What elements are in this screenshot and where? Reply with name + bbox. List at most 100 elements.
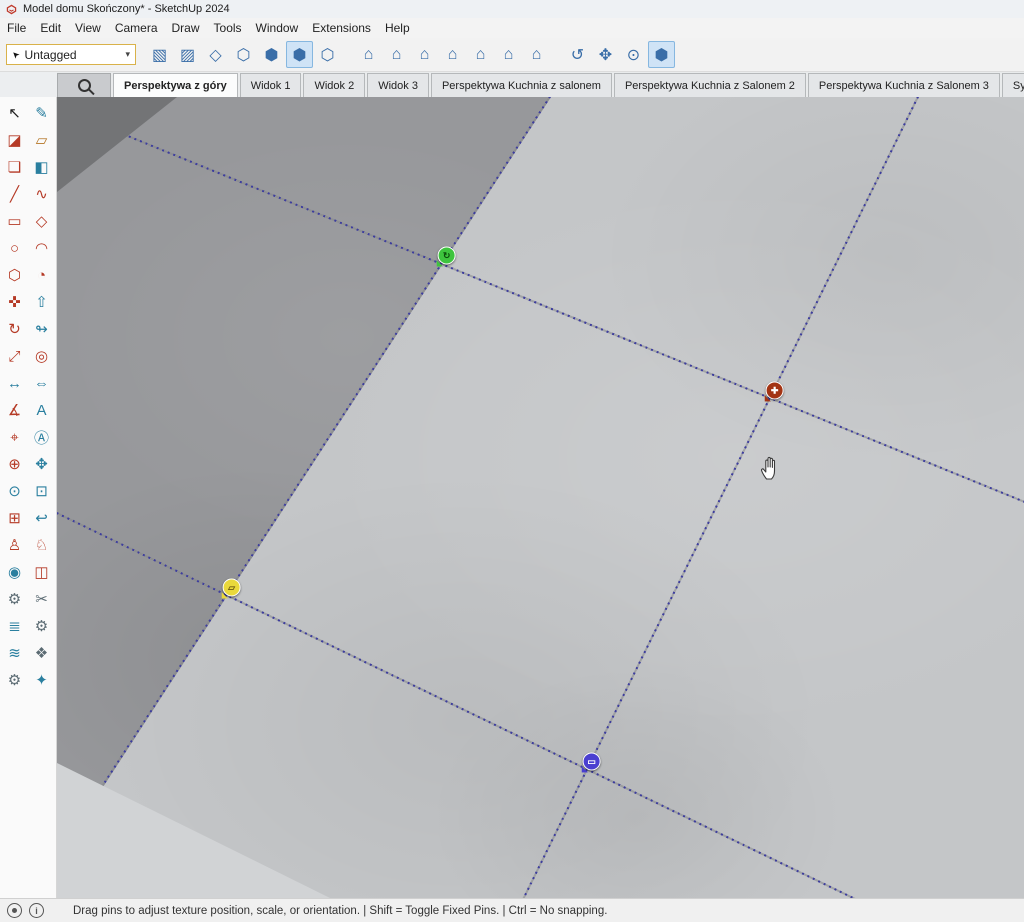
tool-line[interactable]: ╱ [1, 181, 28, 207]
tool-dimension[interactable]: ⇔ [28, 370, 55, 396]
tool-tape-measure[interactable]: ↔ [1, 370, 28, 396]
toolbar-button-bottom-view[interactable]: ⌂ [523, 41, 550, 68]
scene-tab-perspektywa-kuchnia-z-salonem-2[interactable]: Perspektywa Kuchnia z Salonem 2 [614, 73, 806, 97]
toolbar-button-front-view[interactable]: ⌂ [411, 41, 438, 68]
tool-section-plane[interactable]: ◫ [28, 559, 55, 585]
geolocation-icon[interactable] [7, 903, 22, 918]
toolbar-button-top-view[interactable]: ⌂ [383, 41, 410, 68]
texture-pin-blue[interactable]: ▭ [583, 752, 601, 770]
toolbar-button-shaded-with-textures[interactable]: ⬢ [286, 41, 313, 68]
tool-axes[interactable]: ⌖ [1, 424, 28, 450]
credits-icon[interactable]: i [29, 903, 44, 918]
title-bar: Model domu Skończony* - SketchUp 2024 [0, 0, 1024, 18]
wireframe-icon: ◇ [209, 45, 221, 65]
tool-extension-pattern[interactable]: ≋ [1, 640, 28, 666]
scene-tab-perspektywa-kuchnia-z-salonem-3[interactable]: Perspektywa Kuchnia z Salonem 3 [808, 73, 1000, 97]
scene-tab-widok-1[interactable]: Widok 1 [240, 73, 302, 97]
tag-selector[interactable]: ➤ Untagged ▾ [6, 44, 136, 65]
tool-two-point-arc[interactable]: ◠ [28, 235, 55, 261]
menu-item-extensions[interactable]: Extensions [305, 18, 378, 38]
scene-search-button[interactable] [57, 73, 111, 97]
tool-eraser-icon: ▱ [36, 131, 48, 149]
tool-extension-spark[interactable]: ✦ [28, 667, 55, 693]
toolbar-button-back-view[interactable]: ⌂ [467, 41, 494, 68]
toolbar-button-wireframe[interactable]: ◇ [202, 41, 229, 68]
tool-position-camera[interactable]: ♙ [1, 532, 28, 558]
menu-item-window[interactable]: Window [249, 18, 306, 38]
tool-rotate[interactable]: ↻ [1, 316, 28, 342]
tool-tag[interactable]: ◧ [28, 154, 55, 180]
menu-item-edit[interactable]: Edit [33, 18, 68, 38]
scene-tab-widok-3[interactable]: Widok 3 [367, 73, 429, 97]
toolbar-button-shaded[interactable]: ⬢ [258, 41, 285, 68]
tool-walk[interactable]: ♘ [28, 532, 55, 558]
toolbar-group-views: ⌂⌂⌂⌂⌂⌂⌂ [355, 41, 550, 68]
scene-tab-widok-2[interactable]: Widok 2 [303, 73, 365, 97]
toolbar-group-styles: ▧▨◇⬡⬢⬢⬡ [146, 41, 341, 68]
toolbar-button-monochrome[interactable]: ⬡ [314, 41, 341, 68]
tool-polygon[interactable]: ⬡ [1, 262, 28, 288]
toolbar-button-left-view[interactable]: ⌂ [495, 41, 522, 68]
menu-item-view[interactable]: View [68, 18, 108, 38]
tool-extension-cut[interactable]: ✂ [28, 586, 55, 612]
tool-circle[interactable]: ○ [1, 235, 28, 261]
tool-zoom-window[interactable]: ⊡ [28, 478, 55, 504]
toolbar-button-zoom[interactable]: ⊙ [620, 41, 647, 68]
toolbar-button-hidden-line[interactable]: ⬡ [230, 41, 257, 68]
tool-rotated-rectangle[interactable]: ◇ [28, 208, 55, 234]
tool-axes-icon: ⌖ [10, 429, 18, 446]
toolbar-button-orbit[interactable]: ↺ [564, 41, 591, 68]
toolbar-button-iso-view[interactable]: ⌂ [355, 41, 382, 68]
green-pin-icon: ↻ [443, 251, 451, 260]
tool-rectangle-icon: ▭ [7, 212, 21, 230]
texture-pins-layer: ↻ ✚ ▱ ▭ [57, 97, 1024, 898]
tool-protractor[interactable]: ∡ [1, 397, 28, 423]
toolbar-button-right-view[interactable]: ⌂ [439, 41, 466, 68]
menu-item-tools[interactable]: Tools [207, 18, 249, 38]
tool-extension-gear-a[interactable]: ⚙ [1, 586, 28, 612]
tool-orbit[interactable]: ⊕ [1, 451, 28, 477]
toolbar-groups: ▧▨◇⬡⬢⬢⬡⌂⌂⌂⌂⌂⌂⌂↺✥⊙⬢ [146, 41, 675, 68]
tool-paint-bucket[interactable]: ◪ [1, 127, 28, 153]
menu-item-camera[interactable]: Camera [108, 18, 165, 38]
tool-zoom[interactable]: ⊙ [1, 478, 28, 504]
tool-pan[interactable]: ✥ [28, 451, 55, 477]
tool-line-icon: ╱ [10, 185, 19, 203]
tool-eraser[interactable]: ▱ [28, 127, 55, 153]
toolbar-button-x-ray[interactable]: ▧ [146, 41, 173, 68]
tool-text[interactable]: A [28, 397, 55, 423]
tool-pie[interactable]: ◔ [28, 262, 55, 288]
texture-pin-red[interactable]: ✚ [766, 381, 784, 399]
scene-tab-perspektywa-kuchnia-z-salonem[interactable]: Perspektywa Kuchnia z salonem [431, 73, 612, 97]
tool-lasso[interactable]: ✎ [28, 100, 55, 126]
tool-scale[interactable]: ⤢ [1, 343, 28, 369]
tool-move[interactable]: ✜ [1, 289, 28, 315]
tool-3d-text[interactable]: Ⓐ [28, 424, 55, 450]
tool-extension-gear-b[interactable]: ⚙ [28, 613, 55, 639]
tool-previous-view[interactable]: ↩ [28, 505, 55, 531]
tool-extension-layers[interactable]: ≣ [1, 613, 28, 639]
menu-item-draw[interactable]: Draw [165, 18, 207, 38]
tool-rectangle[interactable]: ▭ [1, 208, 28, 234]
tool-look-around[interactable]: ◉ [1, 559, 28, 585]
scene-tab-sypialnia[interactable]: Sypialnia [1002, 73, 1024, 97]
tool-follow-me[interactable]: ↬ [28, 316, 55, 342]
tool-extension-gear-c[interactable]: ⚙ [1, 667, 28, 693]
viewport-canvas[interactable]: ↻ ✚ ▱ ▭ [57, 97, 1024, 898]
scene-tab-perspektywa-z-góry[interactable]: Perspektywa z góry [113, 73, 238, 97]
texture-pin-yellow[interactable]: ▱ [223, 578, 241, 596]
tool-make-component[interactable]: ❏ [1, 154, 28, 180]
toolbar-button-pan[interactable]: ✥ [592, 41, 619, 68]
toolbar-button-back-edges[interactable]: ▨ [174, 41, 201, 68]
tool-freehand[interactable]: ∿ [28, 181, 55, 207]
tool-select[interactable]: ↖ [1, 100, 28, 126]
toolbar-button-position-texture[interactable]: ⬢ [648, 41, 675, 68]
main-toolbar: ➤ Untagged ▾ ▧▨◇⬡⬢⬢⬡⌂⌂⌂⌂⌂⌂⌂↺✥⊙⬢ [0, 38, 1024, 72]
tool-zoom-extents[interactable]: ⊞ [1, 505, 28, 531]
tool-push-pull[interactable]: ⇧ [28, 289, 55, 315]
texture-pin-green[interactable]: ↻ [438, 246, 456, 264]
menu-item-file[interactable]: File [0, 18, 33, 38]
menu-item-help[interactable]: Help [378, 18, 417, 38]
tool-extension-star[interactable]: ❖ [28, 640, 55, 666]
tool-offset[interactable]: ◎ [28, 343, 55, 369]
